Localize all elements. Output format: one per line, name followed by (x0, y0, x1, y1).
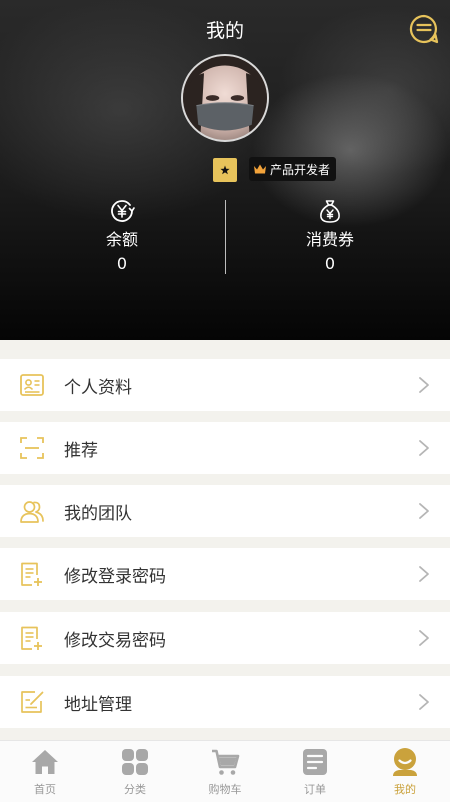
menu-item-team[interactable]: 我的团队 (0, 485, 450, 537)
menu-item-address[interactable]: 地址管理 (0, 676, 450, 728)
menu-item-label: 地址管理 (64, 694, 132, 715)
user-icon (393, 748, 417, 776)
tab-mine[interactable]: 我的 (360, 741, 450, 802)
tab-label: 我的 (394, 783, 416, 796)
tab-category[interactable]: 分类 (90, 741, 180, 802)
tab-orders[interactable]: 订单 (270, 741, 360, 802)
menu-item-label: 修改交易密码 (64, 630, 166, 651)
menu-item-profile[interactable]: 个人资料 (0, 359, 450, 411)
avatar-image (183, 56, 267, 140)
menu-item-label: 我的团队 (64, 503, 132, 524)
balance-label: 余额 (105, 230, 138, 249)
chevron-right-icon (419, 377, 429, 393)
chevron-right-icon (419, 566, 429, 582)
chevron-right-icon (419, 630, 429, 646)
edit-document-icon (21, 626, 42, 650)
yen-icon (111, 200, 135, 222)
role-badge: 产品开发者 (249, 157, 337, 181)
bottom-tab-bar: 首页 分类 购物车 订单 我的 (0, 740, 450, 802)
tab-label: 分类 (124, 783, 146, 796)
profile-card-icon (20, 374, 44, 396)
cart-icon (212, 749, 240, 775)
balance-value: 0 (116, 254, 128, 273)
tab-label: 订单 (304, 783, 326, 796)
menu-item-label: 个人资料 (64, 377, 132, 398)
menu-item-label: 推荐 (64, 440, 98, 461)
edit-document-icon (21, 562, 42, 586)
tab-label: 首页 (34, 783, 56, 796)
message-icon (409, 14, 439, 44)
mine-page: 我的 产品开发者 余额 0 消费券 0 个人资料 推荐 我的团队 修改登录密码 … (0, 0, 450, 802)
menu-item-change-trade-password[interactable]: 修改交易密码 (0, 612, 450, 664)
coupon-stat[interactable]: 消费券 0 (270, 198, 390, 273)
chevron-right-icon (419, 440, 429, 456)
address-edit-icon (21, 691, 44, 713)
chevron-right-icon (419, 694, 429, 710)
category-icon (122, 749, 148, 775)
level-badge (213, 158, 237, 182)
balance-stat[interactable]: 余额 0 (62, 198, 182, 273)
tab-label: 购物车 (208, 783, 242, 796)
chevron-right-icon (419, 503, 429, 519)
money-bag-icon (320, 200, 340, 223)
profile-header: 我的 产品开发者 余额 0 消费券 0 (0, 0, 450, 340)
star-icon (220, 165, 230, 175)
home-icon (32, 750, 58, 774)
order-icon (303, 749, 327, 775)
scan-icon (20, 437, 44, 459)
avatar[interactable] (181, 54, 269, 142)
role-badge-label: 产品开发者 (270, 162, 331, 177)
coupon-label: 消费券 (305, 230, 354, 249)
coupon-value: 0 (324, 254, 336, 273)
message-button[interactable] (409, 14, 439, 44)
menu-item-label: 修改登录密码 (64, 566, 166, 587)
menu-item-recommend[interactable]: 推荐 (0, 422, 450, 474)
page-title: 我的 (205, 20, 244, 42)
team-icon (20, 501, 44, 523)
crown-icon (254, 164, 266, 174)
menu-item-change-login-password[interactable]: 修改登录密码 (0, 548, 450, 600)
tab-home[interactable]: 首页 (0, 741, 90, 802)
stats-divider (225, 200, 226, 274)
tab-cart[interactable]: 购物车 (180, 741, 270, 802)
